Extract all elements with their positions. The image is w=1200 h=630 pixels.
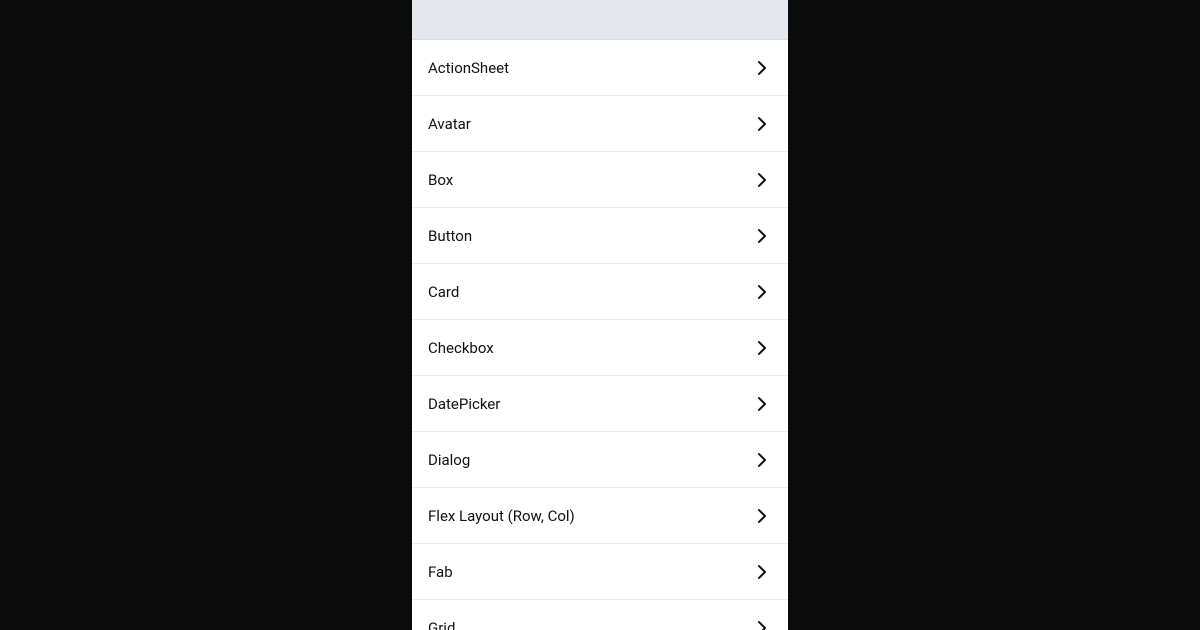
list-item-card[interactable]: Card <box>412 264 788 320</box>
list-item-label: DatePicker <box>428 395 500 413</box>
chevron-right-icon <box>752 618 772 630</box>
list-item-label: Dialog <box>428 451 470 469</box>
list-item-grid[interactable]: Grid <box>412 600 788 630</box>
chevron-right-icon <box>752 394 772 414</box>
chevron-right-icon <box>752 450 772 470</box>
list-item-checkbox[interactable]: Checkbox <box>412 320 788 376</box>
chevron-right-icon <box>752 338 772 358</box>
chevron-right-icon <box>752 506 772 526</box>
component-list: ActionSheet Avatar Box Button Card Checkbox Da… <box>412 40 788 630</box>
chevron-right-icon <box>752 114 772 134</box>
list-item-flex-layout[interactable]: Flex Layout (Row, Col) <box>412 488 788 544</box>
list-item-datepicker[interactable]: DatePicker <box>412 376 788 432</box>
app-viewport: ActionSheet Avatar Box Button Card Checkbox Da… <box>412 0 788 630</box>
header-bar <box>412 0 788 40</box>
chevron-right-icon <box>752 282 772 302</box>
list-item-box[interactable]: Box <box>412 152 788 208</box>
list-item-dialog[interactable]: Dialog <box>412 432 788 488</box>
list-item-label: Avatar <box>428 115 471 133</box>
list-item-fab[interactable]: Fab <box>412 544 788 600</box>
list-item-label: Flex Layout (Row, Col) <box>428 507 575 525</box>
list-item-label: Card <box>428 283 459 301</box>
list-item-label: Checkbox <box>428 339 494 357</box>
chevron-right-icon <box>752 226 772 246</box>
list-item-button[interactable]: Button <box>412 208 788 264</box>
list-item-label: Button <box>428 227 472 245</box>
list-item-label: ActionSheet <box>428 59 509 77</box>
list-item-avatar[interactable]: Avatar <box>412 96 788 152</box>
chevron-right-icon <box>752 58 772 78</box>
chevron-right-icon <box>752 562 772 582</box>
list-item-label: Box <box>428 171 453 189</box>
list-item-actionsheet[interactable]: ActionSheet <box>412 40 788 96</box>
list-item-label: Fab <box>428 563 453 581</box>
list-item-label: Grid <box>428 619 455 630</box>
chevron-right-icon <box>752 170 772 190</box>
